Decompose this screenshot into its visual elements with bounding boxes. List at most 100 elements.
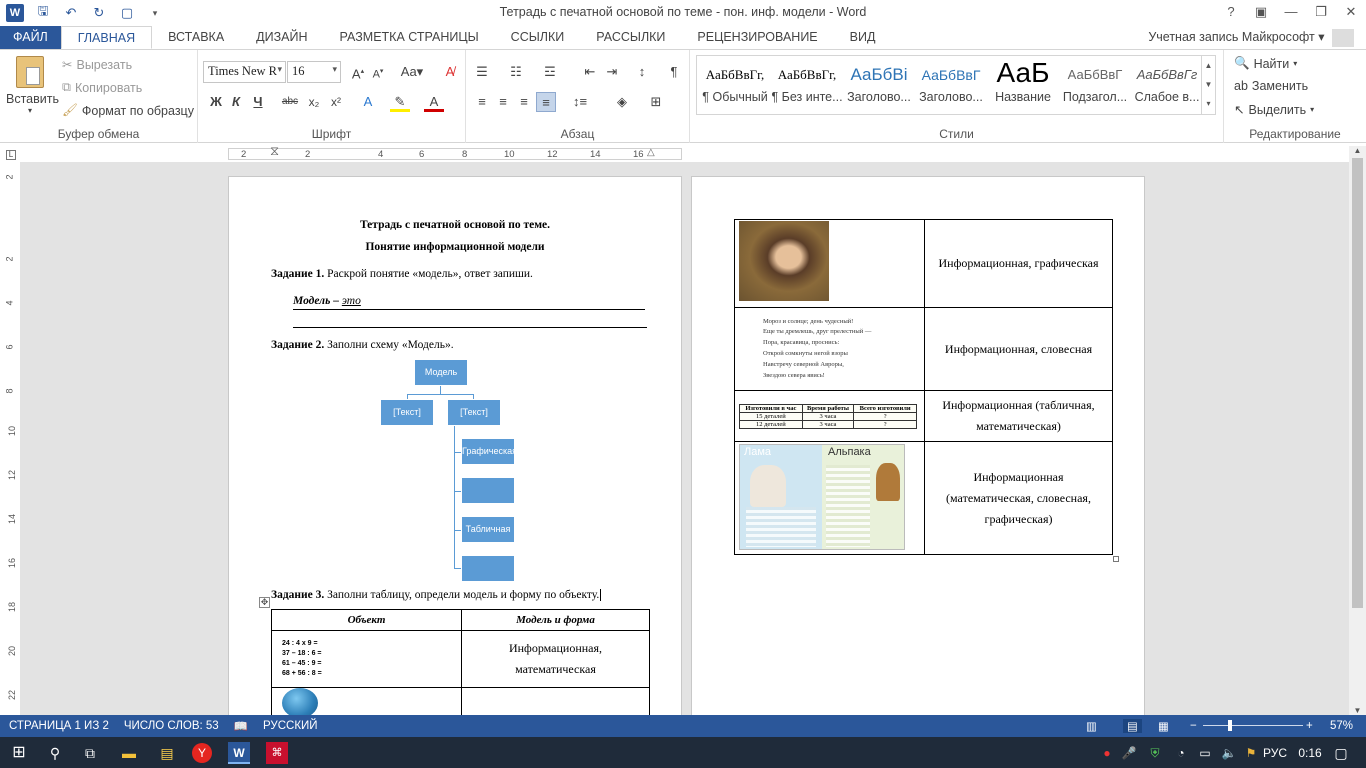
font-color-icon[interactable]: A bbox=[424, 92, 444, 112]
zoom-in-icon[interactable]: + bbox=[1306, 720, 1313, 732]
highlight-icon[interactable]: ✎ bbox=[390, 92, 410, 112]
new-document-icon[interactable]: ▢ bbox=[118, 4, 136, 22]
find-button[interactable]: 🔍 Найти ▾ bbox=[1234, 56, 1297, 71]
p2-row2-object[interactable]: Мороз и солнце; день чудесный! Еще ты др… bbox=[734, 307, 925, 391]
table-row1-model[interactable]: Информационная, математическая bbox=[461, 630, 650, 688]
task3-table[interactable]: Объект Модель и форма 24 : 4 х 9 = 37 – … bbox=[271, 609, 650, 715]
maximize-button[interactable]: ❐ bbox=[1306, 0, 1336, 26]
page-2[interactable]: Информационная, графическая Мороз и солн… bbox=[691, 176, 1145, 715]
proofing-icon[interactable]: 📖 bbox=[234, 719, 248, 733]
vertical-scrollbar[interactable]: ▲ ▼ bbox=[1349, 146, 1366, 715]
subscript-icon[interactable]: x₂ bbox=[304, 92, 324, 112]
clock[interactable]: 0:16 bbox=[1292, 742, 1328, 764]
diagram-sub-node-graphic[interactable]: Графическая bbox=[461, 438, 517, 465]
format-painter-button[interactable]: 🖌 Формат по образцу bbox=[62, 103, 194, 118]
tab-file[interactable]: ФАЙЛ bbox=[0, 26, 61, 49]
shrink-font-icon[interactable]: A▾ bbox=[368, 62, 388, 82]
help-icon[interactable]: ? bbox=[1216, 0, 1246, 26]
pilcrow-icon[interactable]: ¶ bbox=[664, 62, 684, 82]
customize-qat-icon[interactable]: ▾ bbox=[146, 4, 164, 22]
sort-icon[interactable]: ↕ bbox=[632, 62, 652, 82]
table-row1-object[interactable]: 24 : 4 х 9 = 37 – 18 : 6 = 61 – 45 : 9 =… bbox=[271, 630, 462, 688]
text-effects-icon[interactable]: A bbox=[358, 92, 378, 112]
horizontal-ruler[interactable]: 2 ⧖ 2 4 6 8 10 12 14 16 △ bbox=[228, 143, 682, 160]
right-indent-marker-icon[interactable]: △ bbox=[647, 147, 655, 158]
document-canvas[interactable]: Тетрадь с печатной основой по теме. Поня… bbox=[20, 162, 1349, 715]
styles-scroll-icon[interactable]: ▲ ▼ ▾ bbox=[1201, 56, 1215, 114]
table-move-handle-icon[interactable]: ✥ bbox=[259, 597, 270, 608]
tab-layout[interactable]: РАЗМЕТКА СТРАНИЦЫ bbox=[324, 26, 495, 49]
strikethrough-button[interactable]: abc bbox=[278, 92, 302, 112]
search-icon[interactable]: ⚲ bbox=[44, 742, 66, 764]
zoom-level[interactable]: 57% bbox=[1330, 720, 1353, 732]
close-button[interactable]: ✕ bbox=[1336, 0, 1366, 26]
network-icon[interactable]: ◔ bbox=[1170, 742, 1192, 764]
align-left-icon[interactable]: ≡ bbox=[472, 92, 492, 112]
underline-button[interactable]: Ч bbox=[248, 92, 268, 112]
account-menu[interactable]: Учетная запись Майкрософт ▾ bbox=[1148, 26, 1354, 49]
tab-mailings[interactable]: РАССЫЛКИ bbox=[580, 26, 681, 49]
diagram-root-node[interactable]: Модель bbox=[414, 359, 468, 386]
multilevel-list-icon[interactable]: ☲ bbox=[540, 62, 560, 82]
justify-icon[interactable]: ≡ bbox=[536, 92, 556, 112]
italic-button[interactable]: К bbox=[226, 92, 246, 112]
select-button[interactable]: ↖ Выделить ▾ bbox=[1234, 102, 1314, 118]
change-case-icon[interactable]: Aa▾ bbox=[397, 62, 427, 82]
copy-button[interactable]: ⧉ Копировать bbox=[62, 80, 142, 95]
zoom-slider-thumb[interactable] bbox=[1228, 720, 1232, 731]
shading-icon[interactable]: ◈ bbox=[612, 92, 632, 112]
align-center-icon[interactable]: ≡ bbox=[493, 92, 513, 112]
font-name-combo[interactable]: Times New R ▾ bbox=[203, 61, 286, 83]
style-title[interactable]: АаБ Название bbox=[987, 56, 1059, 114]
page-counter[interactable]: СТРАНИЦА 1 ИЗ 2 bbox=[9, 720, 109, 732]
save-icon[interactable]: 🖫 bbox=[34, 3, 52, 22]
action-center-icon[interactable]: ▢ bbox=[1330, 742, 1352, 764]
font-size-combo[interactable]: 16 ▾ bbox=[287, 61, 341, 83]
table-row2-model[interactable]: И bbox=[461, 687, 650, 715]
scroll-down-icon[interactable]: ▼ bbox=[1349, 706, 1366, 715]
style-subtitle[interactable]: АаБбВвГ Подзагол... bbox=[1059, 56, 1131, 114]
p2-row4-object[interactable]: Лама Альпака bbox=[734, 441, 925, 555]
page-1[interactable]: Тетрадь с печатной основой по теме. Поня… bbox=[228, 176, 682, 715]
increase-indent-icon[interactable]: ⇥ bbox=[602, 62, 622, 82]
cut-button[interactable]: ✂ Вырезать bbox=[62, 57, 132, 73]
p2-row3-model[interactable]: Информационная (табличная, математическа… bbox=[924, 390, 1113, 442]
style-heading2[interactable]: АаБбВвГ Заголово... bbox=[915, 56, 987, 114]
style-heading1[interactable]: АаБбВі Заголово... bbox=[843, 56, 915, 114]
battery-icon[interactable]: ▭ bbox=[1194, 742, 1216, 764]
diagram-sub-node-empty[interactable] bbox=[461, 555, 515, 582]
redo-icon[interactable]: ↻ bbox=[90, 4, 108, 22]
style-no-spacing[interactable]: АаБбВвГг, ¶ Без инте... bbox=[771, 56, 843, 114]
yandex-browser-icon[interactable]: Y bbox=[192, 743, 212, 763]
undo-icon[interactable]: ↶ bbox=[62, 4, 80, 22]
scroll-up-icon[interactable]: ▲ bbox=[1349, 146, 1366, 155]
clear-formatting-icon[interactable]: A̸ bbox=[440, 62, 460, 82]
zoom-out-icon[interactable]: − bbox=[1190, 720, 1197, 732]
zoom-slider[interactable] bbox=[1203, 725, 1303, 726]
diagram-sub-node-table[interactable]: Табличная bbox=[461, 516, 515, 543]
align-right-icon[interactable]: ≡ bbox=[514, 92, 534, 112]
p2-row2-model[interactable]: Информационная, словесная bbox=[924, 307, 1113, 391]
ribbon-display-icon[interactable]: ▣ bbox=[1246, 0, 1276, 26]
borders-icon[interactable]: ⊞ bbox=[646, 92, 666, 112]
p2-row3-object[interactable]: Изготовили в час Время работы Всего изго… bbox=[734, 390, 925, 442]
style-normal[interactable]: АаБбВвГг, ¶ Обычный bbox=[699, 56, 771, 114]
bullets-icon[interactable]: ☰ bbox=[472, 62, 492, 82]
tab-selector-icon[interactable]: L bbox=[6, 150, 16, 160]
bold-button[interactable]: Ж bbox=[206, 92, 226, 112]
tab-view[interactable]: ВИД bbox=[834, 26, 892, 49]
replace-button[interactable]: ab Заменить bbox=[1234, 79, 1308, 93]
tab-references[interactable]: ССЫЛКИ bbox=[495, 26, 581, 49]
indent-marker-icon[interactable]: ⧖ bbox=[270, 143, 279, 159]
minimize-button[interactable]: — bbox=[1276, 0, 1306, 26]
sticky-notes-icon[interactable]: ▤ bbox=[156, 742, 178, 764]
notification-badge-icon[interactable]: ● bbox=[1096, 742, 1118, 764]
volume-icon[interactable]: 🔈 bbox=[1218, 742, 1240, 764]
superscript-icon[interactable]: x² bbox=[326, 92, 346, 112]
grow-font-icon[interactable]: A▴ bbox=[348, 62, 368, 82]
acrobat-icon[interactable]: ⌘ bbox=[266, 742, 288, 764]
model-answer-line[interactable]: Модель – это bbox=[293, 295, 645, 310]
table-row2-object[interactable] bbox=[271, 687, 462, 715]
p2-row1-object[interactable] bbox=[734, 219, 925, 308]
answer-line-2[interactable] bbox=[293, 327, 647, 328]
